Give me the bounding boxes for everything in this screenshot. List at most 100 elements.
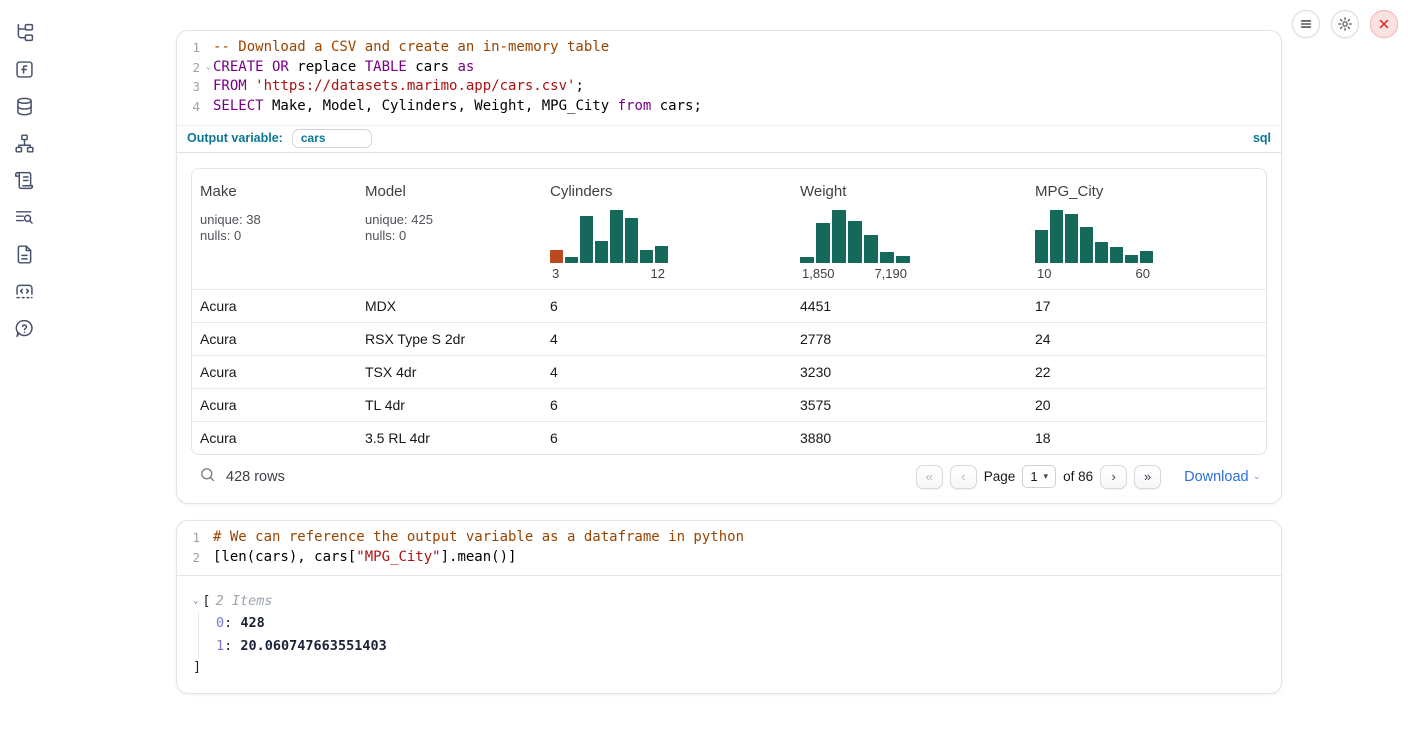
output-variable-input[interactable] bbox=[292, 129, 372, 148]
table-cell: 4 bbox=[542, 331, 792, 347]
logs-search-icon bbox=[14, 207, 35, 228]
histogram-bar bbox=[565, 257, 578, 263]
fold-chevron-icon[interactable]: ⌄ bbox=[206, 58, 211, 78]
table-cell: Acura bbox=[192, 331, 357, 347]
histogram-bar bbox=[640, 250, 653, 263]
data-table: Make unique: 38 nulls: 0 Model unique: 4… bbox=[191, 168, 1267, 455]
column-header-cylinders[interactable]: Cylinders 3 12 bbox=[542, 183, 792, 283]
code-line[interactable]: 4SELECT Make, Model, Cylinders, Weight, … bbox=[177, 97, 1281, 117]
table-cell: 18 bbox=[1027, 430, 1266, 446]
histogram-bar bbox=[880, 252, 894, 263]
column-header-mpg-city[interactable]: MPG_City 10 60 bbox=[1027, 183, 1266, 283]
sidebar-item-documentation[interactable] bbox=[12, 242, 36, 266]
cylinders-histogram: 3 12 bbox=[550, 210, 668, 281]
page-select-value: 1 bbox=[1030, 469, 1037, 484]
histogram-bar bbox=[610, 210, 623, 263]
code-line[interactable]: 2⌄CREATE OR replace TABLE cars as bbox=[177, 58, 1281, 78]
table-cell: 2778 bbox=[792, 331, 1027, 347]
code-line[interactable]: 1-- Download a CSV and create an in-memo… bbox=[177, 38, 1281, 58]
open-bracket: [ bbox=[202, 591, 210, 612]
search-icon[interactable] bbox=[199, 466, 216, 488]
code-line[interactable]: 2[len(cars), cars["MPG_City"].mean()] bbox=[177, 548, 1281, 568]
table-row[interactable]: AcuraTL 4dr6357520 bbox=[192, 388, 1266, 421]
row-count: 428 rows bbox=[226, 469, 285, 485]
line-number: 2⌄ bbox=[177, 58, 213, 78]
histogram-bar bbox=[1050, 210, 1063, 263]
sidebar-item-datasources[interactable] bbox=[12, 94, 36, 118]
table-cell: Acura bbox=[192, 430, 357, 446]
left-sidebar bbox=[0, 0, 48, 729]
settings-button[interactable] bbox=[1331, 10, 1359, 38]
histogram-bar bbox=[625, 218, 638, 263]
table-cell: 6 bbox=[542, 298, 792, 314]
collapse-toggle-icon[interactable]: ⌄ bbox=[193, 591, 198, 612]
code-line[interactable]: 1# We can reference the output variable … bbox=[177, 528, 1281, 548]
tree-entry: 1: 20.060747663551403 bbox=[216, 635, 1265, 658]
notebook: 1-- Download a CSV and create an in-memo… bbox=[176, 30, 1282, 694]
output-variable-bar: Output variable: sql bbox=[177, 125, 1281, 153]
hist-max-label: 7,190 bbox=[874, 266, 907, 281]
table-cell: 6 bbox=[542, 397, 792, 413]
column-stat: nulls: 0 bbox=[200, 228, 357, 244]
table-cell: Acura bbox=[192, 364, 357, 380]
table-cell: 4 bbox=[542, 364, 792, 380]
table-row[interactable]: Acura3.5 RL 4dr6388018 bbox=[192, 421, 1266, 454]
output-variable-label: Output variable: bbox=[187, 131, 283, 145]
menu-button[interactable] bbox=[1292, 10, 1320, 38]
tree-entries: 0: 4281: 20.060747663551403 bbox=[198, 612, 1265, 657]
sidebar-item-dependency-graph[interactable] bbox=[12, 131, 36, 155]
column-header-weight[interactable]: Weight 1,850 7,190 bbox=[792, 183, 1027, 283]
histogram-bar bbox=[1095, 242, 1108, 263]
close-button[interactable] bbox=[1370, 10, 1398, 38]
histogram-bar bbox=[1080, 227, 1093, 263]
dependency-graph-icon bbox=[14, 133, 35, 154]
histogram-bar bbox=[1035, 230, 1048, 263]
histogram-bar bbox=[816, 223, 830, 263]
sidebar-item-help[interactable] bbox=[12, 316, 36, 340]
sidebar-item-snippets[interactable] bbox=[12, 279, 36, 303]
page-select[interactable]: 1 ▾ bbox=[1022, 465, 1056, 488]
sidebar-item-logs[interactable] bbox=[12, 168, 36, 192]
line-number: 1 bbox=[177, 38, 213, 58]
python-code-editor[interactable]: 1# We can reference the output variable … bbox=[177, 521, 1281, 575]
chevron-down-icon: ⌄ bbox=[1253, 471, 1261, 482]
code-line[interactable]: 3FROM 'https://datasets.marimo.app/cars.… bbox=[177, 77, 1281, 97]
column-header-model[interactable]: Model unique: 425 nulls: 0 bbox=[357, 183, 542, 283]
table-row[interactable]: AcuraRSX Type S 2dr4277824 bbox=[192, 322, 1266, 355]
table-cell: 3575 bbox=[792, 397, 1027, 413]
sidebar-item-tracing[interactable] bbox=[12, 205, 36, 229]
gear-icon bbox=[1337, 16, 1353, 32]
histogram-bar bbox=[655, 246, 668, 263]
tree-entry: 0: 428 bbox=[216, 612, 1265, 635]
histogram-bar bbox=[550, 250, 563, 263]
table-row[interactable]: AcuraTSX 4dr4323022 bbox=[192, 355, 1266, 388]
hist-min-label: 1,850 bbox=[802, 266, 835, 281]
scroll-icon bbox=[14, 170, 35, 191]
table-cell: 22 bbox=[1027, 364, 1266, 380]
table-cell: 17 bbox=[1027, 298, 1266, 314]
next-page-button[interactable]: › bbox=[1100, 465, 1127, 489]
table-row[interactable]: AcuraMDX6445117 bbox=[192, 289, 1266, 322]
histogram-bar bbox=[800, 257, 814, 263]
table-cell: 6 bbox=[542, 430, 792, 446]
sidebar-item-functions[interactable] bbox=[12, 57, 36, 81]
histogram-bar bbox=[580, 216, 593, 263]
hist-min-label: 3 bbox=[552, 266, 559, 281]
last-page-button[interactable]: » bbox=[1134, 465, 1161, 489]
previous-page-button[interactable]: ‹ bbox=[950, 465, 977, 489]
table-cell: RSX Type S 2dr bbox=[357, 331, 542, 347]
table-cell: TL 4dr bbox=[357, 397, 542, 413]
chevron-down-icon: ▾ bbox=[1044, 471, 1049, 482]
histogram-bar bbox=[1110, 247, 1123, 263]
column-header-make[interactable]: Make unique: 38 nulls: 0 bbox=[192, 183, 357, 283]
first-page-button[interactable]: « bbox=[916, 465, 943, 489]
hist-max-label: 12 bbox=[651, 266, 665, 281]
table-header: Make unique: 38 nulls: 0 Model unique: 4… bbox=[192, 169, 1266, 289]
sidebar-item-file-tree[interactable] bbox=[12, 20, 36, 44]
sql-code-editor[interactable]: 1-- Download a CSV and create an in-memo… bbox=[177, 31, 1281, 125]
language-badge: sql bbox=[1253, 131, 1271, 145]
pagination: « ‹ Page 1 ▾ of 86 › » Download ⌄ bbox=[916, 465, 1261, 489]
histogram-bar bbox=[832, 210, 846, 263]
download-button[interactable]: Download ⌄ bbox=[1184, 469, 1261, 485]
histogram-bar bbox=[595, 241, 608, 263]
